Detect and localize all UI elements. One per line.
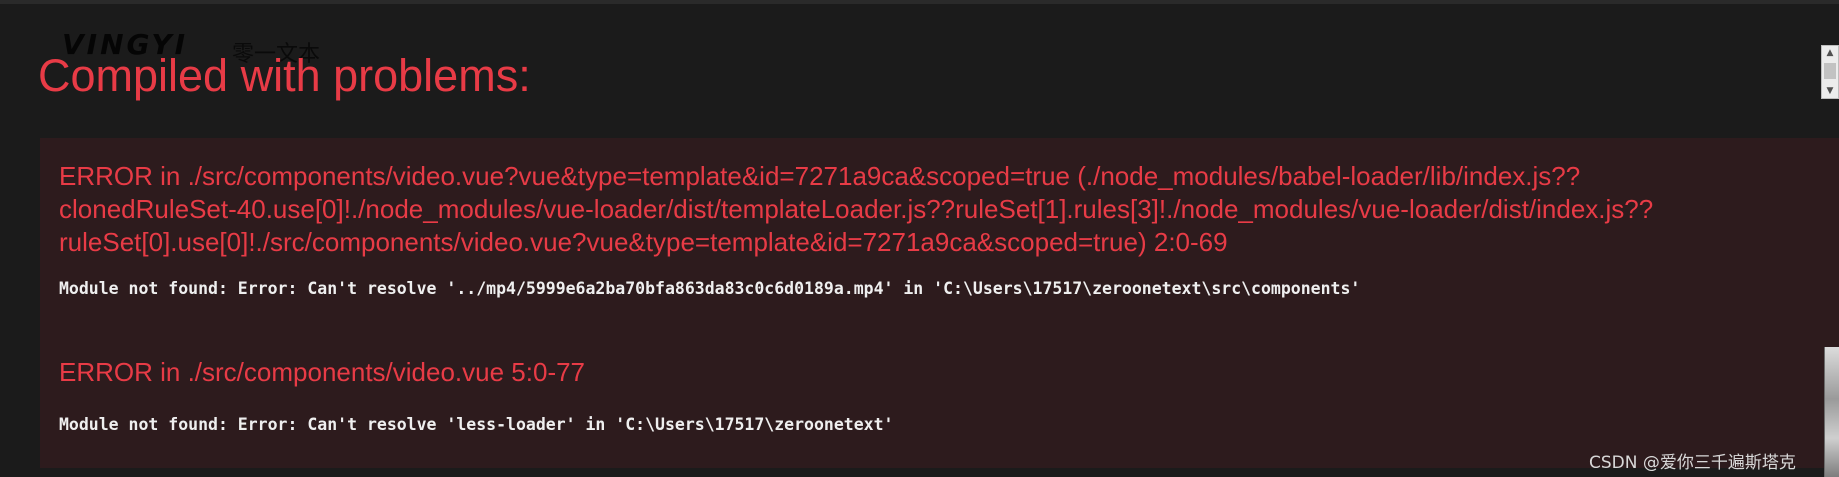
csdn-watermark: CSDN @爱你三千遍斯塔克 (1589, 453, 1796, 473)
scrollbar-thumb[interactable] (1824, 63, 1836, 79)
error-message: Module not found: Error: Can't resolve '… (59, 415, 894, 434)
error-heading: ERROR in ./src/components/video.vue?vue&… (59, 161, 1654, 257)
side-edge-thumbnail (1824, 347, 1839, 477)
error-overlay: VINGYI 零一文本 Compiled with problems: ERRO… (0, 4, 1839, 477)
error-message: Module not found: Error: Can't resolve '… (59, 279, 1361, 298)
scroll-up-arrow-icon[interactable]: ▲ (1822, 46, 1838, 60)
scroll-down-arrow-icon[interactable]: ▼ (1822, 84, 1838, 98)
error-panel: ERROR in ./src/components/video.vue?vue&… (40, 138, 1839, 468)
page-scrollbar[interactable]: ▲ ▼ (1821, 45, 1839, 99)
error-heading: ERROR in ./src/components/video.vue 5:0-… (59, 357, 586, 387)
overlay-title: Compiled with problems: (38, 50, 531, 101)
